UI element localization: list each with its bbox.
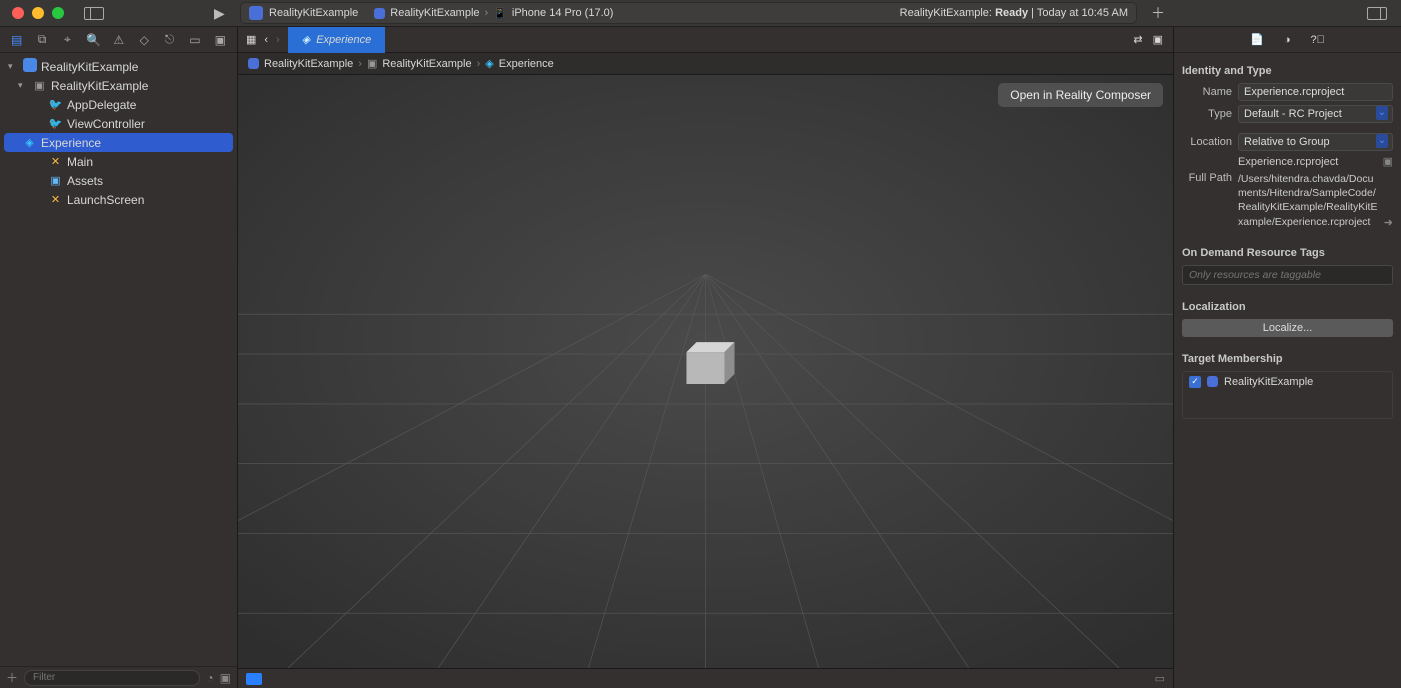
- history-inspector-tab-icon[interactable]: ◑: [1284, 34, 1291, 46]
- tree-item-appdelegate[interactable]: 🐦AppDelegate: [0, 95, 237, 114]
- project-name: RealityKitExample: [269, 7, 358, 19]
- folder-icon: ▣: [367, 57, 377, 70]
- target-section-title: Target Membership: [1182, 353, 1393, 365]
- project-icon: [248, 58, 259, 69]
- project-tree: ▾RealityKitExample▾▣RealityKitExample🐦Ap…: [0, 53, 237, 666]
- file-name-field[interactable]: Experience.rcproject: [1238, 83, 1393, 101]
- navigator-footer: ＋ ◔ ▣: [0, 666, 237, 688]
- project-icon: [22, 58, 37, 75]
- file-type-select[interactable]: Default - RC Project: [1238, 105, 1393, 123]
- add-tab-button[interactable]: ＋: [1145, 3, 1171, 23]
- navigator-toolbar: ▤ ⧉ ⌖ 🔍 ⚠ ◇ ⎋ ▭ ▣: [0, 27, 237, 53]
- zoom-window[interactable]: [52, 7, 64, 19]
- jump-bar[interactable]: RealityKitExample › ▣ RealityKitExample …: [238, 53, 1173, 75]
- swift-file-icon: 🐦: [48, 98, 63, 111]
- tags-section-title: On Demand Resource Tags: [1182, 247, 1393, 259]
- project-navigator-icon[interactable]: ▤: [10, 33, 23, 47]
- scheme-selector[interactable]: RealityKitExample › 📱 iPhone 14 Pro (17.…: [374, 7, 613, 20]
- inspector-tabs: 📄 ◑ ?⃝: [1174, 27, 1401, 53]
- window-traffic-lights: [0, 7, 64, 19]
- scene-indicator-icon[interactable]: [246, 673, 262, 685]
- toggle-inspector-icon[interactable]: [1367, 7, 1387, 20]
- tree-item-main[interactable]: ✕Main: [0, 152, 237, 171]
- interface-file-icon: ✕: [48, 155, 63, 168]
- report-navigator-icon[interactable]: ▣: [214, 33, 227, 47]
- issue-navigator-icon[interactable]: ⚠: [112, 33, 125, 47]
- nav-forward-icon[interactable]: ›: [276, 34, 280, 46]
- minimize-window[interactable]: [32, 7, 44, 19]
- tree-item-experience[interactable]: ◈Experience: [4, 133, 233, 152]
- tree-item-launchscreen[interactable]: ✕LaunchScreen: [0, 190, 237, 209]
- choose-location-icon[interactable]: ▣: [1383, 155, 1393, 168]
- minimap-toggle-icon[interactable]: ▭: [1155, 672, 1165, 685]
- location-select[interactable]: Relative to Group: [1238, 133, 1393, 151]
- test-navigator-icon[interactable]: ◇: [138, 33, 151, 47]
- scene-cube[interactable]: [686, 342, 734, 384]
- scene-viewport[interactable]: Open in Reality Composer: [238, 75, 1173, 668]
- add-editor-icon[interactable]: ▣: [1153, 33, 1163, 46]
- assets-icon: ▣: [48, 174, 63, 187]
- swift-file-icon: 🐦: [48, 117, 63, 130]
- location-file: Experience.rcproject: [1238, 156, 1377, 168]
- recent-filter-icon[interactable]: ◔: [206, 671, 213, 685]
- tree-item-assets[interactable]: ▣Assets: [0, 171, 237, 190]
- tree-item-viewcontroller[interactable]: 🐦ViewController: [0, 114, 237, 133]
- project-icon: [249, 6, 263, 20]
- build-status: RealityKitExample: Ready | Today at 10:4…: [900, 7, 1128, 19]
- close-window[interactable]: [12, 7, 24, 19]
- interface-file-icon: ✕: [48, 193, 63, 206]
- tab-bar: ▦ ‹ › ◈ Experience ⇄ ▣: [238, 27, 1173, 53]
- scheme-icon: [374, 8, 385, 19]
- activity-bar: RealityKitExample RealityKitExample › 📱 …: [240, 2, 1137, 24]
- localization-section-title: Localization: [1182, 301, 1393, 313]
- debug-navigator-icon[interactable]: ⎋: [163, 32, 176, 47]
- tree-item-realitykitexample[interactable]: ▾RealityKitExample: [0, 57, 237, 76]
- localize-button[interactable]: Localize...: [1182, 319, 1393, 337]
- file-inspector-tab-icon[interactable]: 📄: [1250, 33, 1264, 46]
- rc-file-icon: ◈: [485, 57, 493, 70]
- full-path-value: /Users/hitendra.chavda/Documents/Hitendr…: [1238, 172, 1378, 229]
- navigator-panel: ▤ ⧉ ⌖ 🔍 ⚠ ◇ ⎋ ▭ ▣ ▾RealityKitExample▾▣Re…: [0, 27, 238, 688]
- find-navigator-icon[interactable]: 🔍: [86, 33, 100, 47]
- inspector-panel: 📄 ◑ ?⃝ Identity and Type Name Experience…: [1173, 27, 1401, 688]
- source-control-navigator-icon[interactable]: ⧉: [35, 32, 48, 47]
- rc-file-icon: ◈: [302, 33, 310, 46]
- tab-experience[interactable]: ◈ Experience: [288, 27, 386, 53]
- adjust-editor-icon[interactable]: ⇄: [1133, 33, 1142, 46]
- titlebar: ▶ RealityKitExample RealityKitExample › …: [0, 0, 1401, 27]
- resource-tags-input[interactable]: [1182, 265, 1393, 285]
- breakpoint-navigator-icon[interactable]: ▭: [188, 33, 201, 47]
- target-checkbox[interactable]: ✓: [1189, 376, 1201, 388]
- help-inspector-tab-icon[interactable]: ?⃝: [1310, 34, 1324, 46]
- related-items-icon[interactable]: ▦: [246, 33, 256, 46]
- nav-back-icon[interactable]: ‹: [264, 34, 268, 46]
- reveal-in-finder-icon[interactable]: ➜: [1384, 216, 1393, 229]
- navigator-filter-input[interactable]: [24, 670, 200, 686]
- open-in-reality-composer-button[interactable]: Open in Reality Composer: [998, 83, 1163, 107]
- folder-icon: ▣: [32, 79, 47, 92]
- target-name: RealityKitExample: [1224, 376, 1313, 388]
- app-target-icon: [1207, 376, 1218, 387]
- rc-file-icon: ◈: [22, 136, 37, 149]
- run-button[interactable]: ▶: [214, 5, 225, 22]
- target-membership-box: ✓ RealityKitExample: [1182, 371, 1393, 419]
- scm-filter-icon[interactable]: ▣: [220, 671, 231, 685]
- identity-section-title: Identity and Type: [1182, 65, 1393, 77]
- editor-footer: ▭: [238, 668, 1173, 688]
- toggle-navigator-icon[interactable]: [84, 7, 104, 20]
- add-file-button[interactable]: ＋: [6, 669, 18, 686]
- chevron-right-icon: ›: [485, 7, 489, 19]
- tree-item-realitykitexample[interactable]: ▾▣RealityKitExample: [0, 76, 237, 95]
- device-icon: 📱: [493, 7, 507, 20]
- editor-area: ▦ ‹ › ◈ Experience ⇄ ▣ RealityKitExample…: [238, 27, 1173, 688]
- symbol-navigator-icon[interactable]: ⌖: [61, 32, 74, 47]
